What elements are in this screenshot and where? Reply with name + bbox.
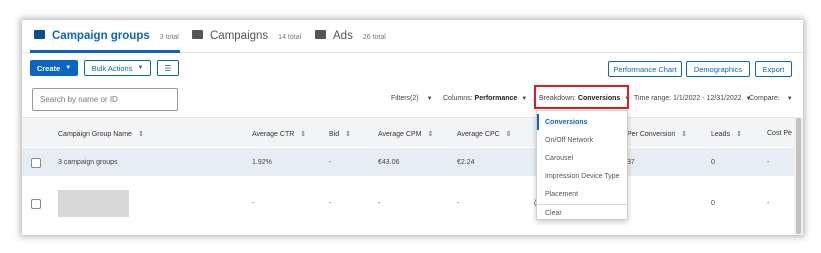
tab-count: 3 total	[159, 34, 179, 41]
tab-bar: Campaign groups 3 total Campaigns 14 tot…	[22, 20, 803, 53]
tab-count: 14 total	[278, 34, 302, 41]
header-label: Bid	[329, 131, 340, 138]
tab-campaigns[interactable]: Campaigns 14 total	[192, 30, 301, 42]
header-spacer	[31, 131, 41, 141]
redacted-name-block	[58, 190, 129, 217]
header-label: Leads	[711, 131, 731, 138]
sort-icon: ⇕	[300, 131, 307, 138]
breakdown-menu: Conversions On/Off Network Carousel Impr…	[536, 110, 628, 220]
sort-icon: ⇕	[137, 131, 144, 138]
cell-cost: -	[767, 200, 770, 207]
breakdown-clear-option[interactable]: Clear	[537, 204, 627, 222]
compare-label: Compare:	[749, 95, 780, 102]
cell-bid: -	[329, 200, 332, 207]
row-checkbox[interactable]	[31, 158, 41, 168]
column-header-name[interactable]: Campaign Group Name ⇕	[58, 130, 144, 138]
breakdown-highlight-box	[534, 85, 629, 109]
tab-label: Campaigns	[210, 30, 269, 42]
tab-ads[interactable]: Ads 26 total	[315, 30, 386, 42]
header-label: Per Conversion	[627, 131, 676, 138]
cell-leads: 0	[711, 159, 715, 166]
tab-label: Ads	[333, 30, 353, 42]
export-button[interactable]: Export	[755, 61, 792, 77]
column-header-leads[interactable]: Leads ⇕	[711, 130, 742, 138]
cell-cpc: €2.24	[457, 159, 475, 166]
performance-chart-button[interactable]: Performance Chart	[608, 61, 682, 77]
columns-prefix: Columns:	[443, 95, 473, 102]
breakdown-option-conversions[interactable]: Conversions	[537, 113, 627, 131]
sort-icon: ⇕	[427, 131, 434, 138]
sort-icon: ⇕	[345, 131, 351, 138]
breakdown-option-carousel[interactable]: Carousel	[537, 149, 627, 167]
cell-cpm: €43.06	[378, 159, 400, 166]
header-label: Campaign Group Name	[58, 131, 132, 138]
active-tab-indicator	[30, 50, 180, 53]
create-button[interactable]: Create ▼	[30, 60, 78, 76]
export-label: Export	[762, 64, 785, 74]
cell-cost: -	[767, 159, 770, 166]
bulk-actions-button[interactable]: Bulk Actions ▼	[84, 60, 151, 76]
filters-dropdown[interactable]: Filters(2) ▼	[391, 95, 433, 102]
search-input[interactable]	[32, 88, 178, 111]
cell-cpc: -	[457, 200, 460, 207]
header-label: Cost Pe	[767, 130, 792, 137]
cell-per-conversion: 37	[627, 159, 635, 166]
tab-count: 26 total	[362, 34, 386, 41]
chevron-down-icon: ▼	[137, 65, 144, 71]
cell-leads: 0	[711, 200, 715, 207]
header-label: Average CPM	[378, 131, 422, 138]
column-header-per-conversion[interactable]: Per Conversion ⇕	[627, 130, 687, 138]
folder-icon	[34, 30, 45, 39]
columns-value: Performance	[474, 95, 518, 102]
cell-bid: -	[329, 159, 332, 166]
demographics-button[interactable]: Demographics	[686, 61, 750, 77]
header-label: Average CTR	[252, 131, 295, 138]
cell-name[interactable]: 3 campaign groups	[58, 159, 118, 166]
table-row	[22, 148, 794, 176]
bulk-actions-label: Bulk Actions	[91, 63, 133, 73]
columns-dropdown[interactable]: Columns: Performance ▼	[443, 95, 527, 102]
sort-icon: ⇕	[505, 131, 512, 138]
campaign-icon	[192, 30, 203, 39]
cell-cpm: -	[378, 200, 381, 207]
performance-chart-label: Performance Chart	[613, 64, 677, 74]
column-header-ctr[interactable]: Average CTR ⇕	[252, 130, 306, 138]
tab-campaign-groups[interactable]: Campaign groups 3 total	[34, 30, 179, 42]
header-label: Average CPC	[457, 131, 500, 138]
chevron-down-icon: ▼	[426, 96, 433, 102]
list-settings-icon: ☰	[164, 63, 172, 73]
breakdown-option-on-off-network[interactable]: On/Off Network	[537, 131, 627, 149]
vertical-scrollbar-thumb[interactable]	[796, 118, 801, 234]
demographics-label: Demographics	[693, 64, 743, 74]
create-label: Create	[36, 63, 61, 73]
breakdown-option-impression-device-type[interactable]: Impression Device Type	[537, 167, 627, 185]
breakdown-option-placement[interactable]: Placement	[537, 185, 627, 203]
cell-ctr: 1.92%	[252, 159, 272, 166]
column-header-cost[interactable]: Cost Pe	[767, 130, 792, 137]
sort-icon: ⇕	[681, 131, 688, 138]
cell-ctr: -	[252, 200, 255, 207]
compare-dropdown[interactable]: Compare: ▼	[749, 95, 793, 102]
row-checkbox[interactable]	[31, 199, 41, 209]
column-header-cpm[interactable]: Average CPM ⇕	[378, 130, 433, 138]
column-header-bid[interactable]: Bid ⇕	[329, 130, 351, 138]
ad-icon	[315, 30, 326, 39]
chevron-down-icon: ▼	[786, 96, 793, 102]
column-header-cpc[interactable]: Average CPC ⇕	[457, 130, 512, 138]
chevron-down-icon: ▼	[521, 96, 528, 102]
sort-icon: ⇕	[736, 131, 742, 138]
campaign-manager-panel: Campaign groups 3 total Campaigns 14 tot…	[22, 20, 803, 235]
filters-label: Filters(2)	[391, 95, 419, 102]
time-range-dropdown[interactable]: Time range: 1/1/2022 - 12/31/2022 ▼	[634, 95, 751, 102]
table-settings-button[interactable]: ☰	[157, 60, 179, 76]
time-range-label: Time range: 1/1/2022 - 12/31/2022	[634, 95, 742, 102]
chevron-down-icon: ▼	[65, 65, 72, 71]
tab-label: Campaign groups	[52, 30, 150, 42]
